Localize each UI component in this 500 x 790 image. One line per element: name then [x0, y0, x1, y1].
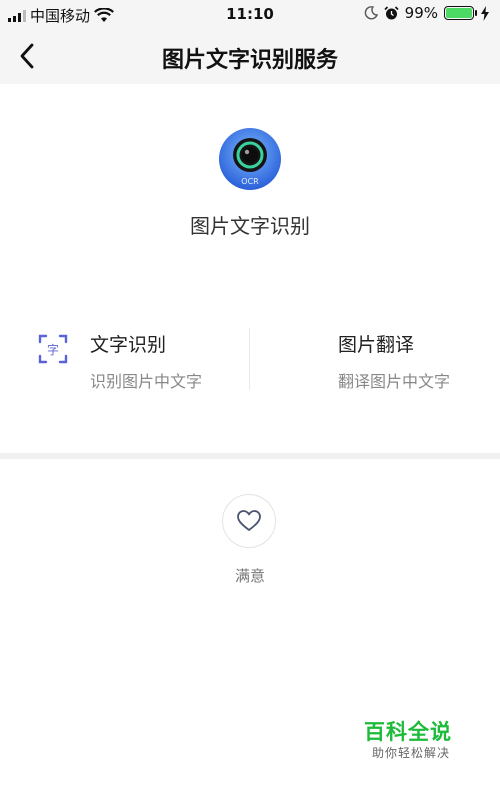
feature-title: 文字识别 [90, 334, 167, 356]
alarm-icon [384, 5, 399, 19]
watermark-subtitle: 助你轻松解决 [372, 746, 451, 760]
status-bar: 中国移动 11:10 99% [0, 0, 500, 28]
app-name: 图片文字识别 [190, 214, 310, 238]
feature-text-recognition[interactable]: 字 文字识别 识别图片中文字 [36, 326, 246, 396]
app-logo-icon: OCR [219, 128, 281, 190]
moon-icon [364, 6, 378, 20]
text-scan-icon: 字 [38, 334, 68, 364]
battery-fill [446, 8, 472, 18]
feature-divider [249, 328, 250, 390]
satisfied-button[interactable] [222, 494, 276, 548]
text-scan-glyph: 字 [47, 342, 59, 357]
feature-subtitle: 识别图片中文字 [90, 372, 203, 391]
section-divider [0, 453, 500, 459]
page-title: 图片文字识别服务 [161, 48, 338, 73]
status-right: 99% [364, 4, 490, 22]
battery-icon [444, 6, 477, 20]
satisfied-label: 满意 [234, 567, 265, 585]
nav-bar: 图片文字识别服务 [0, 28, 500, 84]
feature-image-translation[interactable]: 图片翻译 翻译图片中文字 [338, 326, 488, 396]
feature-subtitle: 翻译图片中文字 [338, 372, 451, 391]
battery-percent: 99% [404, 4, 438, 22]
app-logo-label: OCR [241, 177, 259, 186]
feature-title: 图片翻译 [338, 334, 415, 356]
heart-icon [237, 510, 261, 531]
watermark-title: 百科全说 [364, 720, 452, 744]
charging-icon [481, 5, 489, 21]
